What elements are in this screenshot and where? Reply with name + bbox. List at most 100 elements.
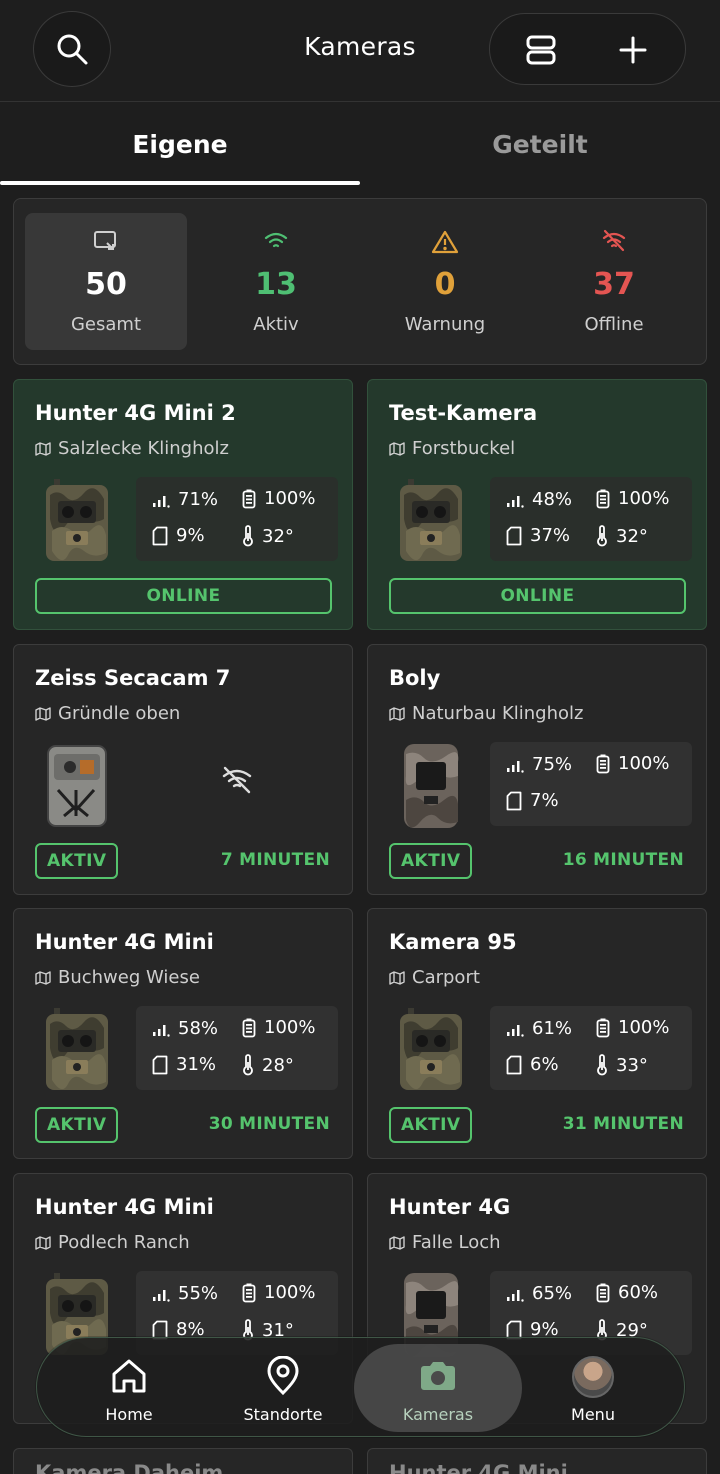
camera-image [44, 475, 110, 565]
camera-location-label: Podlech Ranch [58, 1232, 190, 1253]
stat-total-label: Gesamt [70, 314, 142, 335]
stat-active[interactable]: 13 Aktiv [195, 213, 357, 350]
nav-locations[interactable]: Standorte [199, 1344, 367, 1432]
temperature-stat: 28° [242, 1054, 294, 1076]
stat-offline-value: 37 [593, 267, 635, 302]
signal-value: 65% [532, 1283, 573, 1304]
battery-stat: 100% [242, 1017, 315, 1038]
signal-icon [152, 492, 170, 508]
camera-card[interactable]: Hunter 4G Mini [367, 1448, 707, 1474]
nav-home[interactable]: Home [45, 1344, 213, 1432]
sd-card-icon [506, 1055, 522, 1075]
camera-card[interactable]: Hunter 4G Mini Buchweg Wiese 58% 100% 31… [13, 908, 353, 1159]
signal-value: 71% [178, 489, 219, 510]
bottom-navigation: Home Standorte Kameras Menu [36, 1337, 685, 1437]
stat-offline[interactable]: 37 Offline [533, 213, 695, 350]
battery-value: 100% [618, 1017, 670, 1038]
signal-icon [506, 492, 524, 508]
view-toggle-button[interactable] [511, 22, 571, 78]
battery-stat: 60% [596, 1282, 658, 1303]
nav-cameras[interactable]: Kameras [354, 1344, 522, 1432]
camera-image [398, 740, 464, 830]
app-header: Kameras [0, 0, 720, 102]
wifi-icon [264, 232, 288, 248]
search-button[interactable] [33, 11, 111, 87]
signal-icon [506, 757, 524, 773]
temperature-value: 32° [262, 525, 294, 547]
map-icon [389, 971, 405, 985]
camera-card[interactable]: Kamera 95 Carport 61% 100% 6% 33° AKTIV … [367, 908, 707, 1159]
camera-name: Kamera Daheim [35, 1461, 224, 1474]
camera-location-label: Carport [412, 967, 480, 988]
map-icon [389, 1236, 405, 1250]
tab-shared[interactable]: Geteilt [360, 103, 720, 185]
camera-card[interactable]: Hunter 4G Mini 2 Salzlecke Klingholz 71%… [13, 379, 353, 630]
storage-stat: 9% [152, 525, 205, 546]
thermometer-icon [596, 1054, 608, 1076]
signal-value: 58% [178, 1018, 219, 1039]
map-icon [389, 442, 405, 456]
battery-icon [242, 489, 256, 509]
search-icon [57, 34, 88, 65]
battery-icon [242, 1018, 256, 1038]
last-seen: 16 MINUTEN [562, 850, 684, 870]
battery-icon [596, 754, 610, 774]
signal-value: 61% [532, 1018, 573, 1039]
avatar [572, 1356, 614, 1398]
signal-value: 48% [532, 489, 573, 510]
stat-warning[interactable]: 0 Warnung [364, 213, 526, 350]
thermometer-icon [242, 525, 254, 547]
tab-own[interactable]: Eigene [0, 103, 360, 185]
nav-cameras-label: Kameras [402, 1405, 474, 1424]
active-tab-indicator [0, 181, 360, 185]
camera-card[interactable]: Test-Kamera Forstbuckel 48% 100% 37% 32°… [367, 379, 707, 630]
nav-locations-label: Standorte [243, 1405, 323, 1424]
stat-total[interactable]: 50 Gesamt [25, 213, 187, 350]
thermometer-icon [242, 1054, 254, 1076]
storage-value: 37% [530, 525, 571, 546]
status-badge: AKTIV [389, 843, 473, 879]
add-camera-button[interactable] [603, 22, 663, 78]
camera-status-panel: 48% 100% 37% 32° [490, 477, 692, 561]
signal-icon [152, 1021, 170, 1037]
camera-status-panel: 75% 100% 7% [490, 742, 692, 826]
storage-stat: 7% [506, 790, 559, 811]
signal-stat: 65% [506, 1283, 572, 1304]
last-seen: 30 MINUTEN [208, 1114, 330, 1134]
battery-value: 100% [264, 1017, 316, 1038]
camera-status-panel: 71% 100% 9% 32° [136, 477, 338, 561]
temperature-stat: 32° [596, 525, 648, 547]
temperature-value: 33° [616, 1054, 648, 1076]
sd-card-icon [152, 1055, 168, 1075]
camera-location-label: Salzlecke Klingholz [58, 438, 229, 459]
camera-card[interactable]: Zeiss Secacam 7 Gründle oben AKTIV 7 MIN… [13, 644, 353, 895]
camera-card[interactable]: Kamera Daheim [13, 1448, 353, 1474]
storage-value: 31% [176, 1054, 217, 1075]
stat-active-label: Aktiv [253, 314, 299, 335]
camera-status-panel: 58% 100% 31% 28° [136, 1006, 338, 1090]
stat-active-value: 13 [255, 267, 297, 302]
camera-name: Test-Kamera [389, 401, 538, 425]
stat-total-value: 50 [85, 267, 127, 302]
status-badge: AKTIV [389, 1107, 473, 1143]
camera-card[interactable]: Boly Naturbau Klingholz 75% 100% 7% AKTI… [367, 644, 707, 895]
signal-value: 75% [532, 754, 573, 775]
sd-card-icon [152, 526, 168, 546]
screen-cast-icon [94, 231, 116, 250]
battery-stat: 100% [242, 488, 315, 509]
map-icon [35, 707, 51, 721]
storage-stat: 31% [152, 1054, 216, 1075]
battery-value: 60% [618, 1282, 659, 1303]
camera-name: Hunter 4G [389, 1195, 511, 1219]
warning-icon [431, 230, 459, 254]
nav-menu[interactable]: Menu [509, 1344, 677, 1432]
storage-stat: 37% [506, 525, 570, 546]
header-actions [489, 13, 686, 85]
temperature-stat: 32° [242, 525, 294, 547]
camera-image [398, 1004, 464, 1094]
camera-location-label: Naturbau Klingholz [412, 703, 584, 724]
battery-icon [596, 1283, 610, 1303]
camera-location: Falle Loch [389, 1232, 501, 1253]
battery-icon [242, 1283, 256, 1303]
camera-name: Hunter 4G Mini [35, 930, 214, 954]
